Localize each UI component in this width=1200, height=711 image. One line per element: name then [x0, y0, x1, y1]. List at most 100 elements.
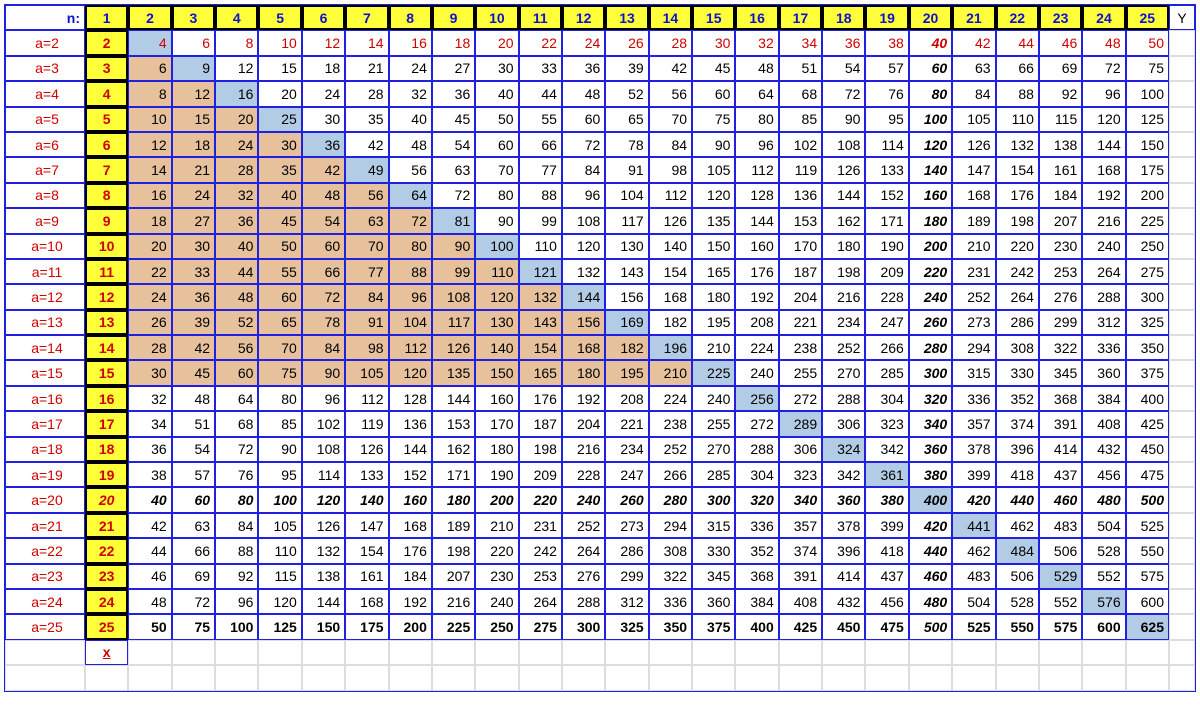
cell-a15-n8: 120 — [389, 360, 432, 385]
cell-a11-n23: 253 — [1039, 259, 1082, 284]
row-header-a14: a=14 — [5, 335, 85, 360]
cell-a2-n6: 12 — [302, 30, 345, 55]
cell-a6-n18: 108 — [822, 132, 865, 157]
cell-a18-n18: 324 — [822, 437, 865, 462]
cell-a14-n24: 336 — [1082, 335, 1125, 360]
cell-a12-n25: 300 — [1126, 284, 1169, 309]
cell-a6-n13: 78 — [605, 132, 648, 157]
cell-a3-n17: 51 — [779, 56, 822, 81]
col-header-1: 1 — [85, 5, 128, 30]
cell-a23-n6: 138 — [302, 564, 345, 589]
row-header-a17: a=17 — [5, 411, 85, 436]
cell-a14-n2: 28 — [128, 335, 171, 360]
cell-a16-n3: 48 — [172, 386, 215, 411]
cell-a4-n19: 76 — [865, 81, 908, 106]
cell-a15-n13: 195 — [605, 360, 648, 385]
cell-a5-n10: 50 — [475, 107, 518, 132]
cell-a15-n3: 45 — [172, 360, 215, 385]
cell-a13-n24: 312 — [1082, 310, 1125, 335]
x-row-blank-11 — [519, 640, 562, 665]
footer-blank-1 — [85, 665, 128, 690]
cell-a6-n25: 150 — [1126, 132, 1169, 157]
cell-a2-n4: 8 — [215, 30, 258, 55]
cell-a8-n19: 152 — [865, 183, 908, 208]
cell-a18-n19: 342 — [865, 437, 908, 462]
cell-a17-n3: 51 — [172, 411, 215, 436]
cell-a17-n2: 34 — [128, 411, 171, 436]
cell-a3-n13: 39 — [605, 56, 648, 81]
x-row-blank-3 — [172, 640, 215, 665]
cell-a7-n2: 14 — [128, 157, 171, 182]
cell-a15-n16: 240 — [735, 360, 778, 385]
col-header-5: 5 — [258, 5, 301, 30]
cell-a7-n7: 49 — [345, 157, 388, 182]
cell-a25-n22: 550 — [996, 614, 1039, 639]
cell-a18-n21: 378 — [952, 437, 995, 462]
cell-a12-n23: 276 — [1039, 284, 1082, 309]
cell-a2-n5: 10 — [258, 30, 301, 55]
cell-a18-n10: 180 — [475, 437, 518, 462]
cell-a18-n23: 414 — [1039, 437, 1082, 462]
cell-a17-n9: 153 — [432, 411, 475, 436]
row-header-a6: a=6 — [5, 132, 85, 157]
cell-a10-n3: 30 — [172, 234, 215, 259]
cell-a19-n9: 171 — [432, 462, 475, 487]
cell-a9-n7: 63 — [345, 208, 388, 233]
cell-a19-n23: 437 — [1039, 462, 1082, 487]
cell-a18-n24: 432 — [1082, 437, 1125, 462]
cell-a25-n15: 375 — [692, 614, 735, 639]
col-header-2: 2 — [128, 5, 171, 30]
cell-a23-n18: 414 — [822, 564, 865, 589]
cell-a15-n7: 105 — [345, 360, 388, 385]
cell-a2-n15: 30 — [692, 30, 735, 55]
cell-a18-n14: 252 — [649, 437, 692, 462]
cell-a9-n11: 99 — [519, 208, 562, 233]
cell-a10-n21: 210 — [952, 234, 995, 259]
cell-a10-n8: 80 — [389, 234, 432, 259]
cell-a10-n16: 160 — [735, 234, 778, 259]
row-end-a15 — [1169, 360, 1195, 385]
cell-a6-n7: 42 — [345, 132, 388, 157]
cell-a12-n2: 24 — [128, 284, 171, 309]
cell-a11-n21: 231 — [952, 259, 995, 284]
cell-a16-n13: 208 — [605, 386, 648, 411]
cell-a3-n9: 27 — [432, 56, 475, 81]
cell-a11-n14: 154 — [649, 259, 692, 284]
col-header-8: 8 — [389, 5, 432, 30]
cell-a17-n21: 357 — [952, 411, 995, 436]
cell-a3-n12: 36 — [562, 56, 605, 81]
multiplication-table: n:12345678910111213141516171819202122232… — [4, 4, 1196, 692]
cell-a16-n12: 192 — [562, 386, 605, 411]
cell-a2-n17: 34 — [779, 30, 822, 55]
cell-a23-n9: 207 — [432, 564, 475, 589]
cell-a22-n14: 308 — [649, 538, 692, 563]
x-row-blank-17 — [779, 640, 822, 665]
row-header-a20: a=20 — [5, 487, 85, 512]
cell-a8-n4: 32 — [215, 183, 258, 208]
cell-a6-n22: 132 — [996, 132, 1039, 157]
cell-a12-n9: 108 — [432, 284, 475, 309]
cell-a25-n16: 400 — [735, 614, 778, 639]
cell-a9-n5: 45 — [258, 208, 301, 233]
cell-a12-n24: 288 — [1082, 284, 1125, 309]
cell-a15-n12: 180 — [562, 360, 605, 385]
footer-blank-14 — [649, 665, 692, 690]
cell-a8-n8: 64 — [389, 183, 432, 208]
cell-a14-n12: 168 — [562, 335, 605, 360]
x-row-blank-12 — [562, 640, 605, 665]
cell-a3-n23: 69 — [1039, 56, 1082, 81]
cell-a6-n5: 30 — [258, 132, 301, 157]
cell-a20-n6: 120 — [302, 487, 345, 512]
cell-a19-n22: 418 — [996, 462, 1039, 487]
cell-a14-n5: 70 — [258, 335, 301, 360]
row-header-a13: a=13 — [5, 310, 85, 335]
cell-a25-n9: 225 — [432, 614, 475, 639]
cell-a23-n3: 69 — [172, 564, 215, 589]
cell-a25-n18: 450 — [822, 614, 865, 639]
cell-a10-n22: 220 — [996, 234, 1039, 259]
cell-a8-n18: 144 — [822, 183, 865, 208]
footer-blank-6 — [302, 665, 345, 690]
cell-a9-n2: 18 — [128, 208, 171, 233]
cell-a24-n11: 264 — [519, 589, 562, 614]
cell-a9-n23: 207 — [1039, 208, 1082, 233]
